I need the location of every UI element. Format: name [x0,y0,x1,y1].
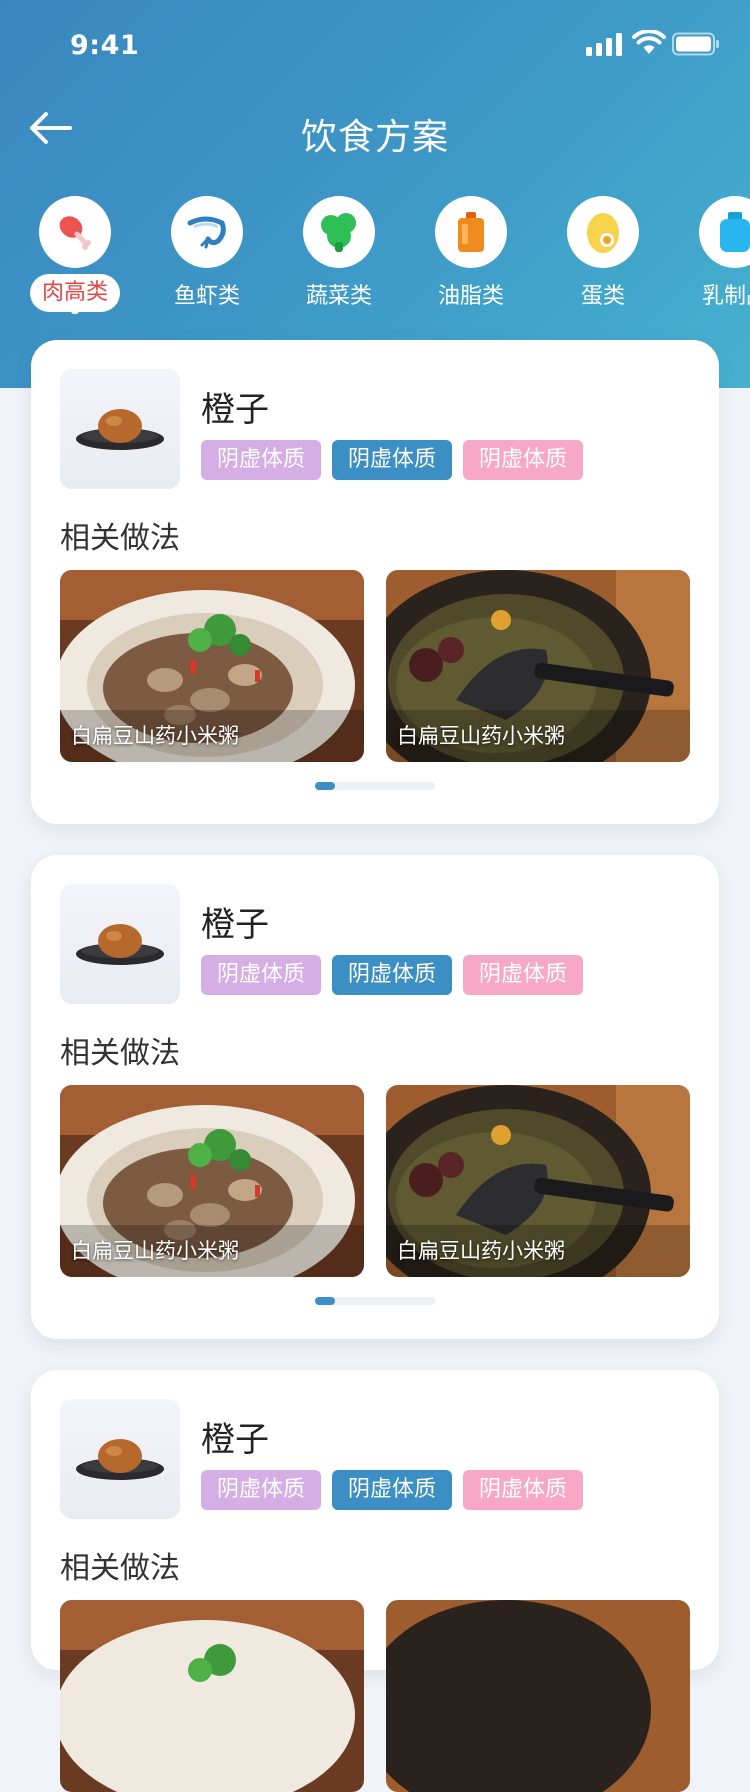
clam-dish-image [60,1600,364,1792]
wifi-icon [632,30,666,54]
carousel-indicator [315,1297,435,1305]
recipe-card[interactable] [386,1600,690,1792]
recipe-title: 白扁豆山药小米粥 [397,1239,565,1263]
status-bar: 9:41 [0,0,750,90]
carousel-indicator-thumb [315,1297,335,1305]
tab-label: 蛋类 [580,284,625,309]
section-title: 相关做法 [60,1551,180,1586]
chicken-soup-image [386,1600,690,1792]
food-thumbnail [60,884,180,1004]
egg-icon [567,196,639,268]
tab-label: 肉高类 [30,274,120,312]
recipe-title: 白扁豆山药小米粥 [71,724,239,748]
cellular-signal-icon [586,33,622,56]
recipe-card[interactable]: 白扁豆山药小米粥 [386,1085,690,1277]
food-thumbnail [60,369,180,489]
constitution-tags: 阴虚体质 阴虚体质 阴虚体质 [201,1470,583,1510]
milk-icon [699,196,750,268]
carousel-indicator-thumb [315,782,335,790]
tab-meat[interactable]: 肉高类 [10,194,140,314]
vegetable-icon [303,196,375,268]
recipe-carousel[interactable]: 白扁豆山药小米粥 白扁豆山药小米粥 [60,1085,690,1277]
tag-badge: 阴虚体质 [201,955,321,995]
battery-icon [672,32,719,56]
tab-label: 蔬菜类 [305,284,372,309]
section-title: 相关做法 [60,1036,180,1071]
category-tabs: 肉高类 鱼虾类 蔬菜类 油脂类 蛋类 乳制 [0,194,750,314]
tag-badge: 阴虚体质 [463,440,583,480]
recipe-card[interactable]: 白扁豆山药小米粥 [60,570,364,762]
carousel-indicator [315,782,435,790]
tag-badge: 阴虚体质 [201,1470,321,1510]
recipe-title: 白扁豆山药小米粥 [397,724,565,748]
tab-label: 油脂类 [437,284,504,309]
tag-badge: 阴虚体质 [463,1470,583,1510]
tab-seafood[interactable]: 鱼虾类 [142,194,272,314]
tab-vegetable[interactable]: 蔬菜类 [274,194,404,314]
tab-egg[interactable]: 蛋类 [538,194,668,314]
drumstick-icon [39,196,111,268]
active-tab-pointer [67,308,83,314]
constitution-tags: 阴虚体质 阴虚体质 阴虚体质 [201,955,583,995]
tab-dairy[interactable]: 乳制品 [670,194,750,314]
oil-bottle-icon [435,196,507,268]
food-thumbnail [60,1399,180,1519]
food-name: 橙子 [201,905,269,945]
tag-badge: 阴虚体质 [332,1470,452,1510]
section-title: 相关做法 [60,521,180,556]
tab-label: 乳制品 [701,284,750,309]
recipe-carousel[interactable] [60,1600,690,1792]
tab-label: 鱼虾类 [173,284,240,309]
food-card[interactable]: 橙子 阴虚体质 阴虚体质 阴虚体质 相关做法 [31,855,719,1339]
tag-badge: 阴虚体质 [201,440,321,480]
recipe-card[interactable] [60,1600,364,1792]
food-card[interactable]: 橙子 阴虚体质 阴虚体质 阴虚体质 相关做法 [31,1370,719,1792]
page-title: 饮食方案 [300,117,449,158]
food-card[interactable]: 橙子 阴虚体质 阴虚体质 阴虚体质 相关做法 [31,340,719,824]
recipe-title: 白扁豆山药小米粥 [71,1239,239,1263]
tab-oil[interactable]: 油脂类 [406,194,536,314]
recipe-card[interactable]: 白扁豆山药小米粥 [386,570,690,762]
tag-badge: 阴虚体质 [332,955,452,995]
status-time: 9:41 [70,30,140,61]
recipe-card[interactable]: 白扁豆山药小米粥 [60,1085,364,1277]
food-name: 橙子 [201,1420,269,1460]
nav-bar: 饮食方案 [0,96,750,166]
recipe-carousel[interactable]: 白扁豆山药小米粥 白扁豆山药小米粥 [60,570,690,762]
tag-badge: 阴虚体质 [463,955,583,995]
food-name: 橙子 [201,390,269,430]
constitution-tags: 阴虚体质 阴虚体质 阴虚体质 [201,440,583,480]
tag-badge: 阴虚体质 [332,440,452,480]
shrimp-icon [171,196,243,268]
